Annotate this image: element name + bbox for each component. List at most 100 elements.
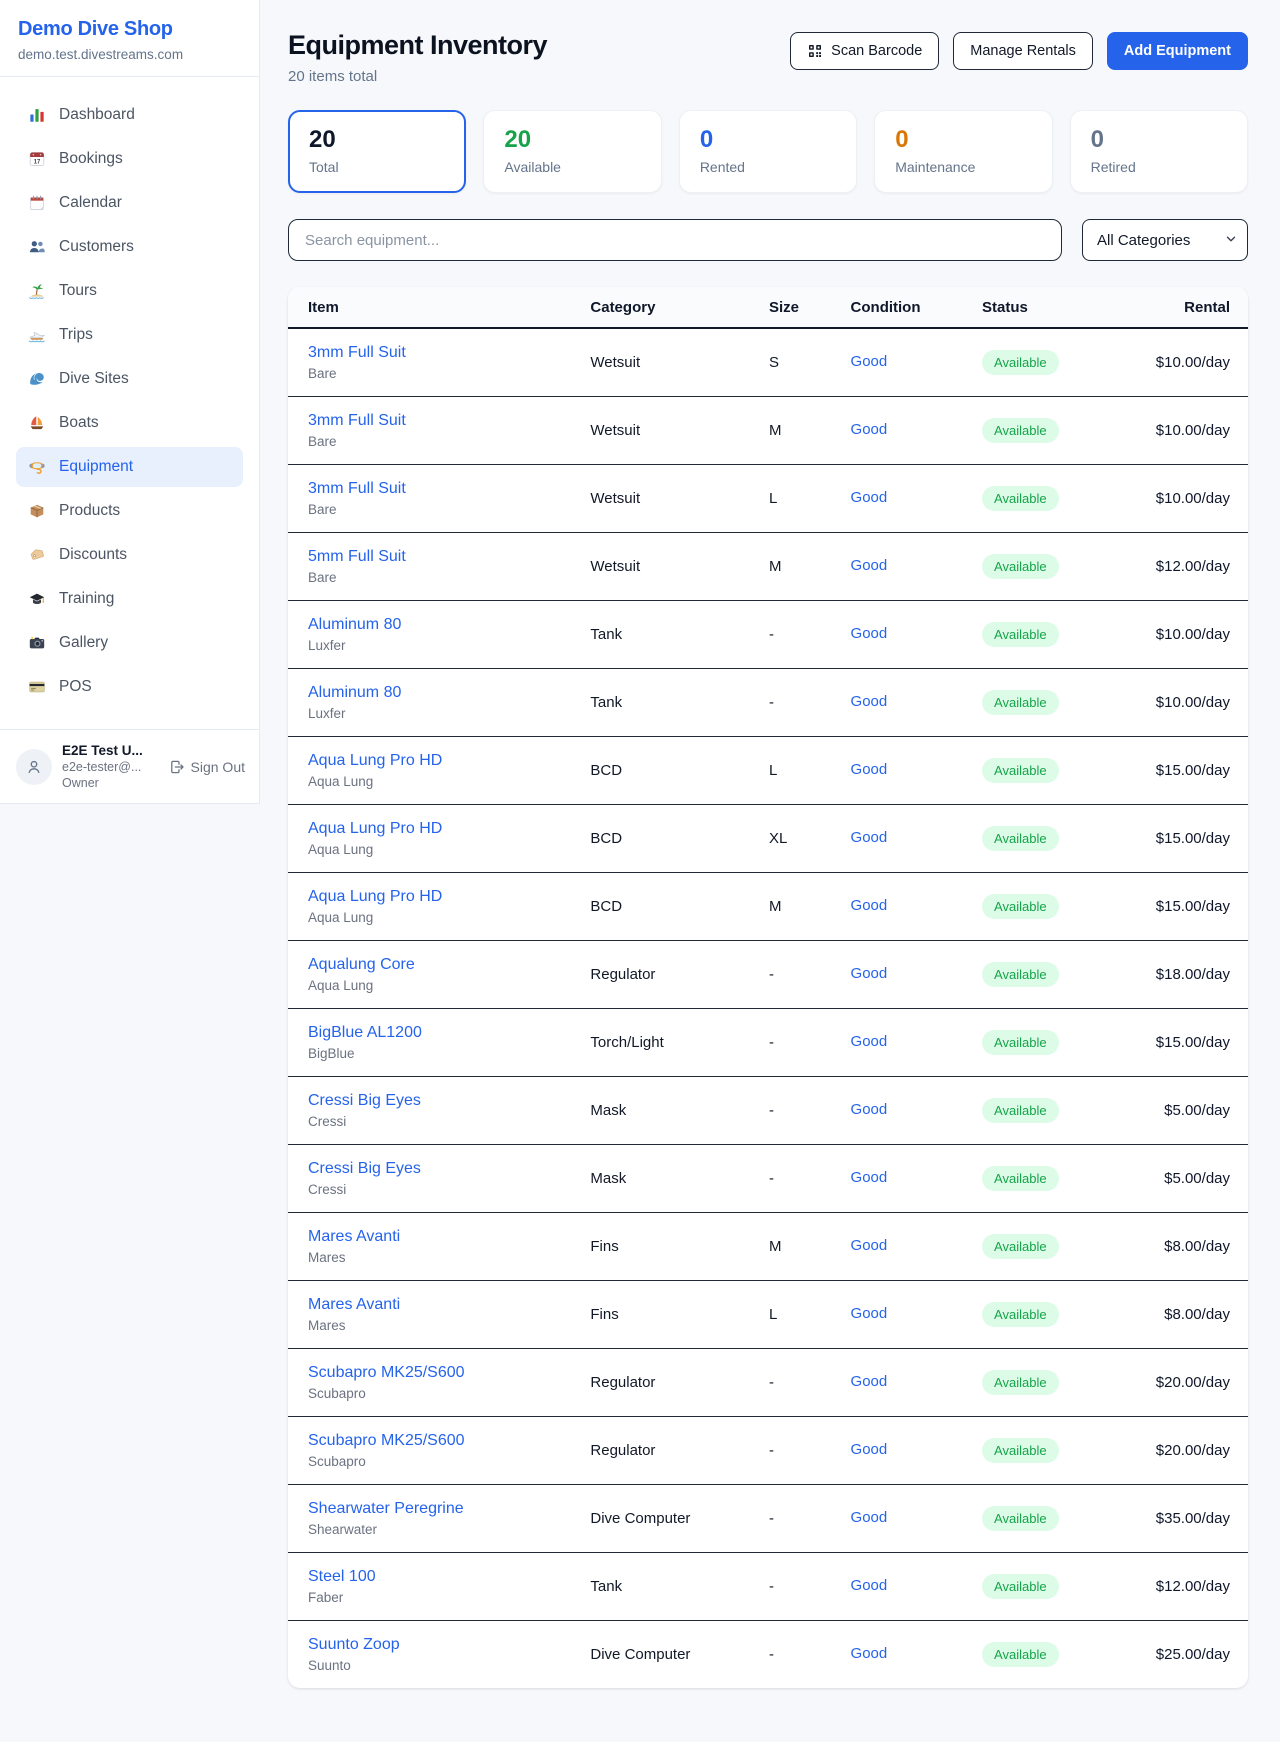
category-cell: Dive Computer [590, 1484, 769, 1552]
stat-card-total[interactable]: 20 Total [288, 110, 466, 193]
item-name-link[interactable]: 3mm Full Suit [308, 344, 590, 362]
rental-cell: $8.00/day [1122, 1280, 1248, 1348]
sidebar-item-bookings[interactable]: 17 Bookings [16, 139, 243, 179]
item-name-link[interactable]: Shearwater Peregrine [308, 1500, 590, 1518]
item-name-link[interactable]: 3mm Full Suit [308, 412, 590, 430]
condition-link[interactable]: Good [851, 693, 888, 710]
user-email: e2e-tester@... [62, 760, 159, 774]
status-cell: Available [982, 736, 1122, 804]
sidebar-item-training[interactable]: Training [16, 579, 243, 619]
sign-out-button[interactable]: Sign Out [169, 759, 245, 775]
condition-link[interactable]: Good [851, 1509, 888, 1526]
condition-link[interactable]: Good [851, 1305, 888, 1322]
condition-link[interactable]: Good [851, 353, 888, 370]
rental-cell: $10.00/day [1122, 600, 1248, 668]
condition-link[interactable]: Good [851, 829, 888, 846]
item-cell: Scubapro MK25/S600 Scubapro [288, 1416, 590, 1484]
scan-barcode-button[interactable]: Scan Barcode [790, 32, 939, 70]
category-select[interactable]: All Categories [1082, 219, 1248, 261]
category-cell: Fins [590, 1212, 769, 1280]
sidebar-item-calendar[interactable]: Calendar [16, 183, 243, 223]
condition-link[interactable]: Good [851, 1441, 888, 1458]
stat-value: 0 [700, 126, 836, 154]
table-row: Aqua Lung Pro HD Aqua Lung BCD XL Good A… [288, 804, 1248, 872]
item-name-link[interactable]: Mares Avanti [308, 1228, 590, 1246]
item-name-link[interactable]: 3mm Full Suit [308, 480, 590, 498]
sidebar-item-tours[interactable]: Tours [16, 271, 243, 311]
status-cell: Available [982, 1552, 1122, 1620]
sign-out-label: Sign Out [191, 759, 245, 775]
condition-cell: Good [851, 1552, 983, 1620]
search-input[interactable] [288, 219, 1062, 261]
condition-link[interactable]: Good [851, 897, 888, 914]
condition-link[interactable]: Good [851, 761, 888, 778]
item-name-link[interactable]: Aqua Lung Pro HD [308, 820, 590, 838]
item-name-link[interactable]: Aqua Lung Pro HD [308, 888, 590, 906]
condition-link[interactable]: Good [851, 1101, 888, 1118]
item-name-link[interactable]: Aluminum 80 [308, 684, 590, 702]
condition-link[interactable]: Good [851, 1373, 888, 1390]
condition-link[interactable]: Good [851, 1033, 888, 1050]
condition-link[interactable]: Good [851, 1237, 888, 1254]
sidebar-item-gallery[interactable]: Gallery [16, 623, 243, 663]
equipment-table-card: Item Category Size Condition Status Rent… [288, 287, 1248, 1688]
table-row: 3mm Full Suit Bare Wetsuit S Good Availa… [288, 328, 1248, 396]
brand-title[interactable]: Demo Dive Shop [18, 18, 241, 41]
item-name-link[interactable]: Steel 100 [308, 1568, 590, 1586]
condition-link[interactable]: Good [851, 1169, 888, 1186]
rental-cell: $15.00/day [1122, 736, 1248, 804]
condition-link[interactable]: Good [851, 625, 888, 642]
manage-rentals-button[interactable]: Manage Rentals [953, 32, 1093, 70]
sidebar-item-label: Gallery [59, 634, 108, 652]
item-name-link[interactable]: Suunto Zoop [308, 1636, 590, 1654]
stat-card-available[interactable]: 20 Available [483, 110, 661, 193]
rental-cell: $5.00/day [1122, 1076, 1248, 1144]
stat-label: Available [504, 159, 640, 175]
item-name-link[interactable]: Aqualung Core [308, 956, 590, 974]
item-cell: 3mm Full Suit Bare [288, 396, 590, 464]
sidebar-item-trips[interactable]: Trips [16, 315, 243, 355]
status-badge: Available [982, 1030, 1059, 1055]
condition-link[interactable]: Good [851, 489, 888, 506]
item-name-link[interactable]: Scubapro MK25/S600 [308, 1432, 590, 1450]
brand-domain: demo.test.divestreams.com [18, 47, 241, 62]
stat-card-rented[interactable]: 0 Rented [679, 110, 857, 193]
item-cell: 3mm Full Suit Bare [288, 464, 590, 532]
sidebar-item-dive-sites[interactable]: Dive Sites [16, 359, 243, 399]
item-name-link[interactable]: Aluminum 80 [308, 616, 590, 634]
sidebar-item-equipment[interactable]: Equipment [16, 447, 243, 487]
sidebar-item-dashboard[interactable]: Dashboard [16, 95, 243, 135]
sidebar-item-label: Calendar [59, 194, 122, 212]
sidebar-item-pos[interactable]: POS [16, 667, 243, 707]
stat-card-retired[interactable]: 0 Retired [1070, 110, 1248, 193]
item-name-link[interactable]: 5mm Full Suit [308, 548, 590, 566]
stat-value: 20 [309, 126, 445, 154]
condition-link[interactable]: Good [851, 1645, 888, 1662]
item-name-link[interactable]: Cressi Big Eyes [308, 1160, 590, 1178]
condition-link[interactable]: Good [851, 965, 888, 982]
condition-cell: Good [851, 1144, 983, 1212]
table-row: Suunto Zoop Suunto Dive Computer - Good … [288, 1620, 1248, 1688]
stat-card-maintenance[interactable]: 0 Maintenance [874, 110, 1052, 193]
rental-cell: $20.00/day [1122, 1416, 1248, 1484]
condition-link[interactable]: Good [851, 1577, 888, 1594]
sidebar-item-customers[interactable]: Customers [16, 227, 243, 267]
item-name-link[interactable]: Scubapro MK25/S600 [308, 1364, 590, 1382]
condition-link[interactable]: Good [851, 421, 888, 438]
status-cell: Available [982, 872, 1122, 940]
item-name-link[interactable]: Cressi Big Eyes [308, 1092, 590, 1110]
item-name-link[interactable]: Mares Avanti [308, 1296, 590, 1314]
status-cell: Available [982, 1280, 1122, 1348]
stat-label: Maintenance [895, 159, 1031, 175]
sidebar-item-discounts[interactable]: Discounts [16, 535, 243, 575]
add-equipment-button[interactable]: Add Equipment [1107, 32, 1248, 70]
sidebar-item-products[interactable]: Products [16, 491, 243, 531]
sidebar-item-boats[interactable]: Boats [16, 403, 243, 443]
sidebar-item-label: Training [59, 590, 114, 608]
item-name-link[interactable]: BigBlue AL1200 [308, 1024, 590, 1042]
condition-cell: Good [851, 872, 983, 940]
item-brand: Aqua Lung [308, 910, 590, 925]
item-name-link[interactable]: Aqua Lung Pro HD [308, 752, 590, 770]
rental-cell: $18.00/day [1122, 940, 1248, 1008]
condition-link[interactable]: Good [851, 557, 888, 574]
